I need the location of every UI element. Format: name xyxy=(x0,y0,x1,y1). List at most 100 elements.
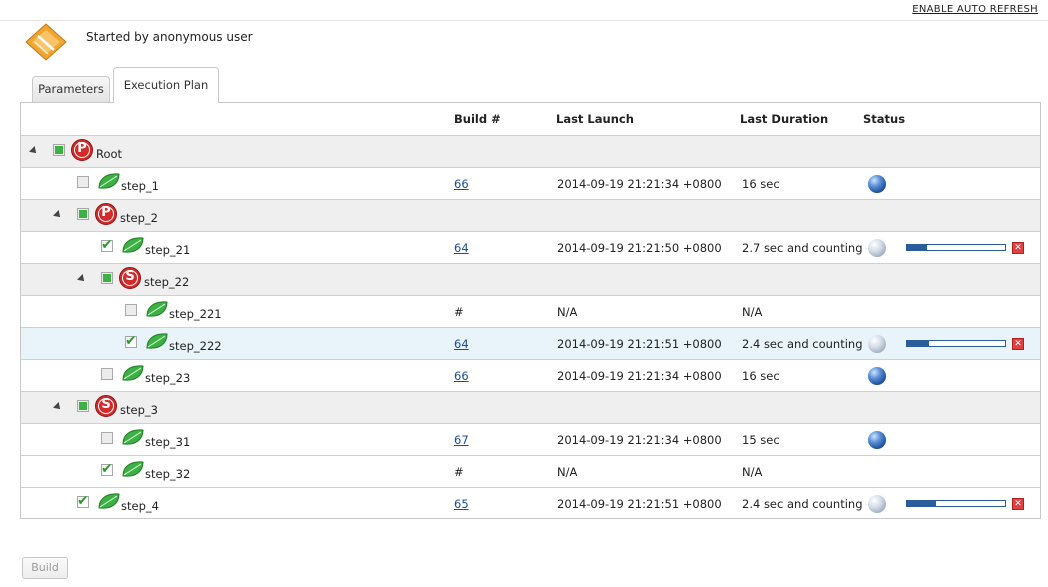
row-checkbox[interactable] xyxy=(77,208,89,220)
last-duration: N/A xyxy=(742,465,763,479)
row-name: step_3 xyxy=(120,403,158,417)
row-checkbox[interactable] xyxy=(77,493,89,509)
expand-toggle-icon[interactable] xyxy=(53,210,63,220)
column-status: Status xyxy=(863,112,906,126)
row-name: step_22 xyxy=(144,275,190,289)
status-running-ball-icon xyxy=(868,239,886,257)
leaf-icon xyxy=(121,236,145,254)
last-duration: 2.4 sec and counting xyxy=(742,337,863,351)
row-name: step_31 xyxy=(145,435,191,449)
build-number-link[interactable]: 66 xyxy=(454,369,469,383)
tab-execution-plan[interactable]: Execution Plan xyxy=(113,67,219,103)
row-name: step_1 xyxy=(121,179,159,193)
enable-auto-refresh-link[interactable]: ENABLE AUTO REFRESH xyxy=(912,4,1038,15)
row-checkbox[interactable] xyxy=(125,333,137,349)
progress-bar xyxy=(906,340,1006,347)
build-number-link[interactable]: 67 xyxy=(454,433,469,447)
leaf-icon xyxy=(121,460,145,478)
stop-icon[interactable]: ✕ xyxy=(1012,242,1024,254)
row-name: Root xyxy=(96,147,123,161)
sequential-badge-icon: S xyxy=(119,267,141,289)
row-name: step_21 xyxy=(145,243,191,257)
build-number-link[interactable]: 66 xyxy=(454,177,469,191)
build-number-link[interactable]: 64 xyxy=(454,337,469,351)
status-success-ball-icon xyxy=(868,431,886,449)
expand-toggle-icon[interactable] xyxy=(53,402,63,412)
last-duration: 2.4 sec and counting xyxy=(742,497,863,511)
leaf-icon xyxy=(121,364,145,382)
tab-parameters[interactable]: Parameters xyxy=(32,76,110,102)
row-checkbox[interactable] xyxy=(101,432,113,444)
leaf-icon xyxy=(97,172,121,190)
last-duration: 16 sec xyxy=(742,177,780,191)
table-row: step_23 66 2014-09-19 21:21:34 +0800 16 sec xyxy=(21,359,1040,391)
sequential-badge-icon: S xyxy=(95,395,117,417)
column-last-duration: Last Duration xyxy=(740,112,829,126)
table-row: step_4 65 2014-09-19 21:21:51 +0800 2.4 sec… xyxy=(21,487,1040,518)
table-row: step_32 # N/A N/A xyxy=(21,455,1040,487)
row-checkbox[interactable] xyxy=(125,304,137,316)
stop-icon[interactable]: ✕ xyxy=(1012,498,1024,510)
row-name: step_221 xyxy=(169,307,222,321)
table-row: P Root xyxy=(21,135,1040,167)
row-checkbox[interactable] xyxy=(101,461,113,477)
last-duration: 2.7 sec and counting xyxy=(742,241,863,255)
header-divider xyxy=(0,20,1048,21)
expand-toggle-icon[interactable] xyxy=(29,146,39,156)
last-duration: N/A xyxy=(742,305,763,319)
row-name: step_23 xyxy=(145,371,191,385)
table-row: step_31 67 2014-09-19 21:21:34 +0800 15 sec xyxy=(21,423,1040,455)
row-checkbox[interactable] xyxy=(77,400,89,412)
parallel-badge-icon: P xyxy=(95,203,117,225)
column-last-launch: Last Launch xyxy=(556,112,634,126)
build-number-link[interactable]: 64 xyxy=(454,241,469,255)
last-launch: 2014-09-19 21:21:50 +0800 xyxy=(557,241,722,255)
last-duration: 16 sec xyxy=(742,369,780,383)
table-row: step_1 66 2014-09-19 21:21:34 +0800 16 sec xyxy=(21,167,1040,199)
row-checkbox[interactable] xyxy=(77,176,89,188)
expand-toggle-icon[interactable] xyxy=(77,274,87,284)
leaf-icon xyxy=(121,428,145,446)
row-checkbox[interactable] xyxy=(101,272,113,284)
row-name: step_32 xyxy=(145,467,191,481)
table-row: step_221 # N/A N/A xyxy=(21,295,1040,327)
table-row: step_21 64 2014-09-19 21:21:50 +0800 2.7 se… xyxy=(21,231,1040,263)
started-by-text: Started by anonymous user xyxy=(86,30,253,44)
build-number-link: # xyxy=(454,465,464,479)
last-launch: 2014-09-19 21:21:34 +0800 xyxy=(557,177,722,191)
last-launch: N/A xyxy=(557,305,578,319)
column-build: Build # xyxy=(454,112,501,126)
status-success-ball-icon xyxy=(868,367,886,385)
leaf-icon xyxy=(145,332,169,350)
last-launch: 2014-09-19 21:21:51 +0800 xyxy=(557,497,722,511)
last-launch: 2014-09-19 21:21:51 +0800 xyxy=(557,337,722,351)
row-name: step_2 xyxy=(120,211,158,225)
stop-icon[interactable]: ✕ xyxy=(1012,338,1024,350)
last-launch: N/A xyxy=(557,465,578,479)
last-launch: 2014-09-19 21:21:34 +0800 xyxy=(557,433,722,447)
table-row: Sstep_22 xyxy=(21,263,1040,295)
build-number-link[interactable]: 65 xyxy=(454,497,469,511)
hudson-logo-icon xyxy=(25,23,67,61)
execution-plan-panel: Build # Last Launch Last Duration Status… xyxy=(20,102,1041,519)
row-name: step_4 xyxy=(121,499,159,513)
progress-bar xyxy=(906,500,1006,507)
status-running-ball-icon xyxy=(868,495,886,513)
build-button[interactable]: Build xyxy=(22,557,68,579)
table-header: Build # Last Launch Last Duration Status xyxy=(21,103,1040,135)
leaf-icon xyxy=(97,492,121,510)
last-duration: 15 sec xyxy=(742,433,780,447)
row-name: step_222 xyxy=(169,339,222,353)
row-checkbox[interactable] xyxy=(101,237,113,253)
status-success-ball-icon xyxy=(868,175,886,193)
status-running-ball-icon xyxy=(868,335,886,353)
build-number-link: # xyxy=(454,305,464,319)
table-row: Sstep_3 xyxy=(21,391,1040,423)
last-launch: 2014-09-19 21:21:34 +0800 xyxy=(557,369,722,383)
row-checkbox[interactable] xyxy=(101,368,113,380)
row-checkbox[interactable] xyxy=(53,144,65,156)
parallel-badge-icon: P xyxy=(71,139,93,161)
progress-bar xyxy=(906,244,1006,251)
table-row: step_222 64 2014-09-19 21:21:51 +0800 2.4 s… xyxy=(21,327,1040,359)
leaf-icon xyxy=(145,300,169,318)
